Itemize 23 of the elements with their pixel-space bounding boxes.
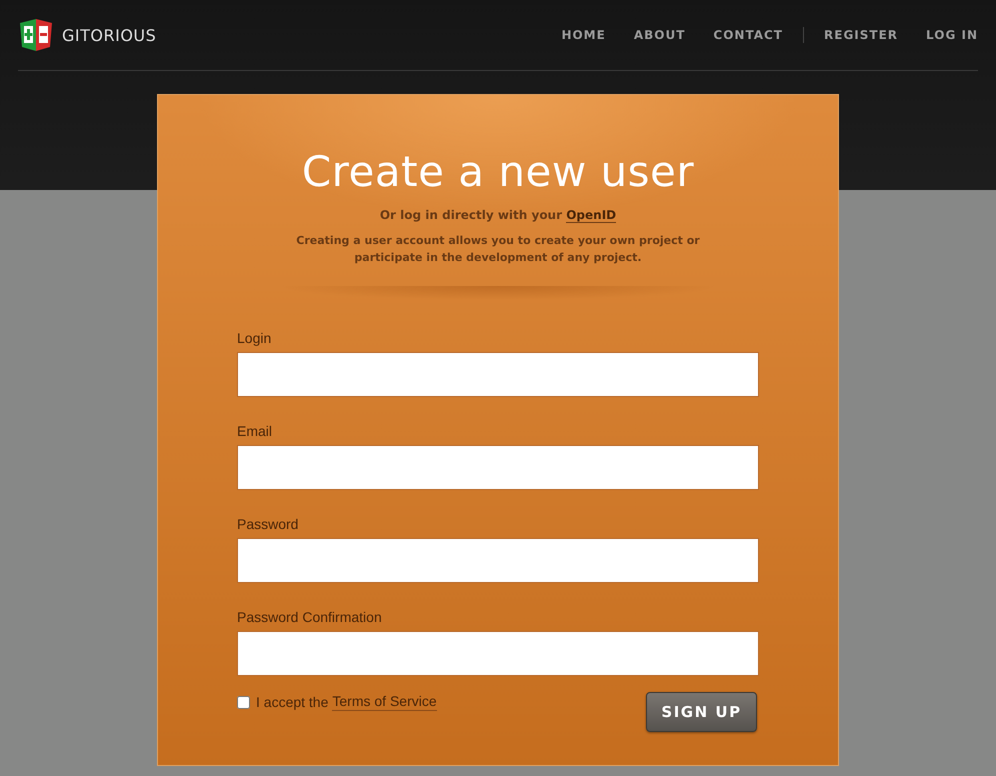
logo-icon[interactable] (18, 17, 54, 53)
input-field[interactable] (237, 352, 759, 397)
openid-link[interactable]: OpenID (566, 208, 616, 223)
nav-link[interactable]: HOME (561, 28, 606, 42)
field-label: Login (237, 330, 272, 346)
input-field[interactable] (237, 538, 759, 583)
nav-link[interactable]: REGISTER (824, 28, 898, 42)
terms-link[interactable]: Terms of Service (332, 693, 437, 711)
field-label: Email (237, 423, 274, 439)
field-label: Password (237, 516, 300, 532)
openid-text: Or log in directly with your OpenID (380, 208, 616, 222)
nav-link[interactable]: CONTACT (713, 28, 783, 42)
checkbox[interactable] (237, 696, 250, 708)
page-title: Create a new user (302, 147, 694, 196)
field-label: Password Confirmation (237, 609, 383, 625)
nav-link[interactable]: LOG IN (926, 28, 978, 42)
terms-text: I accept the (256, 694, 328, 710)
intro-text: Creating a user account allows you to create your own project or participate in the development of any project. (295, 233, 701, 266)
input-field[interactable] (237, 445, 759, 490)
nav-link[interactable]: ABOUT (634, 28, 686, 42)
brand-name: GITORIOUS (62, 26, 156, 44)
signup-button[interactable]: SIGN UP (646, 692, 757, 732)
input-field[interactable] (237, 631, 759, 676)
